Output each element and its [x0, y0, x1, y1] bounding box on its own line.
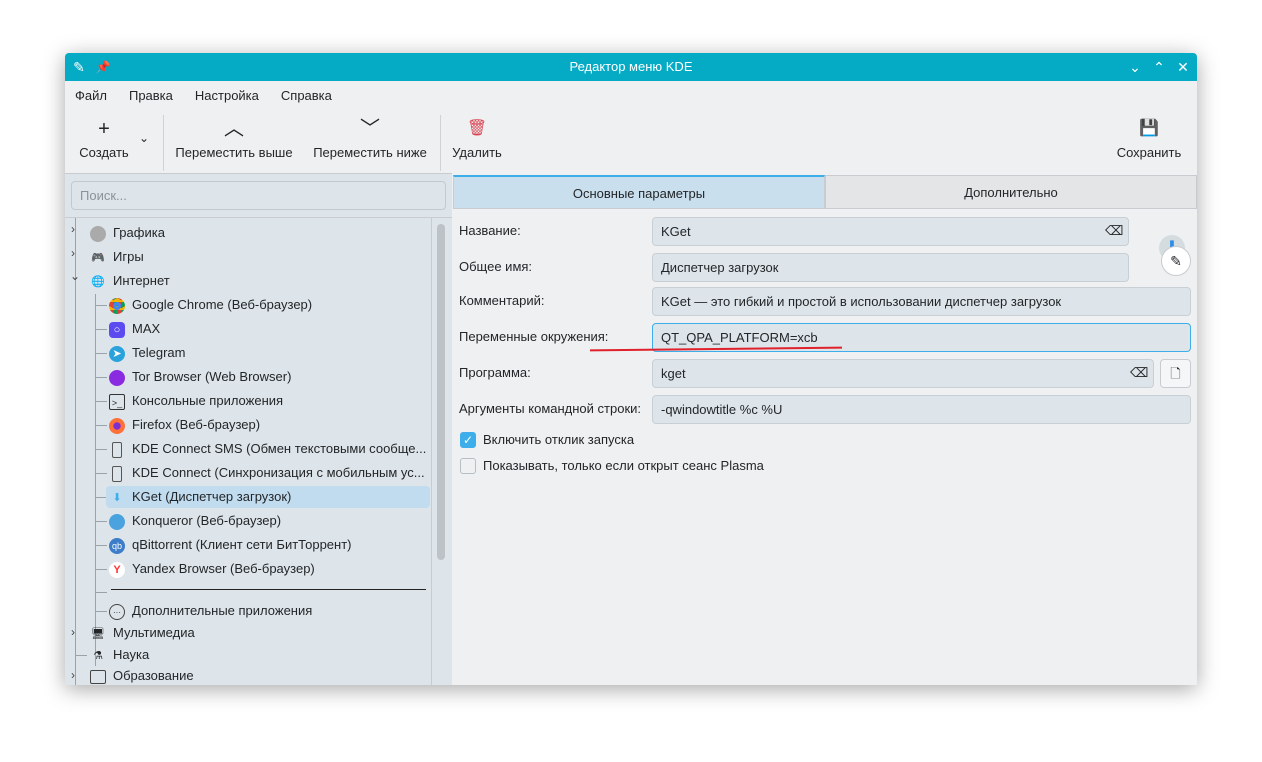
generic-name-field[interactable]: Диспетчер загрузок — [652, 253, 1129, 282]
expand-arrow-icon[interactable]: › — [71, 668, 75, 682]
kde-menu-editor-window: Редактор меню KDE ✎ 📌 ⌄ ⌃ ✕ Файл Правка … — [65, 53, 1197, 685]
tree-item-multimedia[interactable]: 🖥 Мультимедиа — [90, 622, 195, 644]
konqueror-icon — [109, 513, 125, 530]
title-bar: Редактор меню KDE — [65, 53, 1197, 81]
name-label: Название: — [459, 223, 521, 238]
save-icon: 💾 — [1139, 120, 1159, 137]
menu-help[interactable]: Справка — [274, 81, 339, 110]
menu-file[interactable]: Файл — [68, 81, 114, 110]
tree-item-games[interactable]: 🎮 Игры — [90, 246, 144, 268]
tree-item-science[interactable]: ⚗ Наука — [90, 644, 149, 666]
menu-settings[interactable]: Настройка — [188, 81, 266, 110]
launch-feedback-label: Включить отклик запуска — [483, 432, 635, 447]
tree-item[interactable]: Konqueror (Веб-браузер) — [109, 510, 281, 532]
more-icon: ··· — [109, 603, 125, 620]
program-label: Программа: — [459, 365, 531, 380]
close-button[interactable]: ✕ — [1171, 53, 1195, 81]
tree-item[interactable]: KDE Connect SMS (Обмен текстовыми сообще… — [109, 438, 426, 460]
tree-item[interactable]: KDE Connect (Синхронизация с мобильным у… — [109, 462, 425, 484]
browse-program-button[interactable]: 🗋 — [1160, 359, 1191, 388]
tab-general[interactable]: Основные параметры — [453, 175, 825, 209]
window-title: Редактор меню KDE — [569, 59, 693, 74]
app-icon: ✎ — [73, 59, 85, 75]
expand-arrow-icon[interactable]: › — [71, 222, 75, 236]
chevron-up-icon: ︿ — [224, 118, 244, 140]
qbittorrent-icon: qb — [109, 537, 125, 554]
file-icon: 🗋 — [1170, 366, 1181, 381]
plasma-only-checkbox[interactable] — [460, 458, 476, 474]
trash-icon: 🗑 — [466, 120, 488, 137]
terminal-icon: >_ — [109, 393, 125, 410]
create-button[interactable]: + Создать — [75, 115, 133, 171]
tree-item[interactable]: Y Yandex Browser (Веб-браузер) — [109, 558, 315, 580]
collapse-arrow-icon[interactable]: ⌄ — [70, 269, 80, 283]
tree-item[interactable]: ○ MAX — [109, 318, 160, 340]
comment-field[interactable]: KGet — это гибкий и простой в использова… — [652, 287, 1191, 316]
phone-icon — [112, 441, 122, 458]
tree-item-graphics[interactable]: Графика — [90, 222, 165, 244]
name-field[interactable]: KGet — [652, 217, 1129, 246]
edit-icon-button[interactable]: ✎ — [1161, 246, 1191, 276]
flask-icon: ⚗ — [93, 649, 103, 662]
expand-arrow-icon[interactable]: › — [71, 246, 75, 260]
monitor-icon: 🖥 — [91, 627, 105, 640]
graphics-icon — [90, 225, 106, 242]
pin-icon[interactable]: 📌 — [91, 53, 115, 81]
clear-program-icon[interactable]: ⌫ — [1130, 365, 1148, 381]
expand-arrow-icon[interactable]: › — [71, 625, 75, 639]
telegram-icon: ➤ — [109, 345, 125, 362]
minimize-button[interactable]: ⌄ — [1123, 53, 1147, 81]
tree-item[interactable]: Firefox (Веб-браузер) — [109, 414, 260, 436]
tree-item[interactable]: qb qBittorrent (Клиент сети БитТоррент) — [109, 534, 352, 556]
plasma-only-label: Показывать, только если открыт сеанс Pla… — [483, 458, 764, 473]
tab-advanced[interactable]: Дополнительно — [825, 175, 1197, 209]
args-field[interactable]: -qwindowtitle %c %U — [652, 395, 1191, 424]
globe-icon: 🌐 — [91, 275, 105, 288]
download-icon: ⬇ — [112, 491, 122, 504]
tree-item[interactable]: Google Chrome (Веб-браузер) — [109, 294, 312, 316]
tor-icon — [109, 369, 125, 386]
menu-tree-pane: Поиск... › › ⌄ Графика 🎮 Игры 🌐 Интернет G… — [65, 173, 452, 685]
clear-name-icon[interactable]: ⌫ — [1105, 223, 1123, 239]
chevron-down-icon: ﹀ — [360, 118, 380, 140]
program-field[interactable]: kget — [652, 359, 1154, 388]
env-label: Переменные окружения: — [459, 329, 609, 344]
maximize-button[interactable]: ⌃ — [1147, 53, 1171, 81]
firefox-icon — [109, 417, 125, 434]
move-down-button[interactable]: ﹀ Переместить ниже — [309, 115, 431, 171]
menu-edit[interactable]: Правка — [122, 81, 180, 110]
tree-scrollbar[interactable] — [437, 224, 445, 560]
menu-bar: Файл Правка Настройка Справка — [65, 81, 347, 110]
delete-button[interactable]: 🗑 Удалить — [449, 115, 505, 171]
search-input[interactable]: Поиск... — [71, 181, 446, 210]
tree-item[interactable]: Tor Browser (Web Browser) — [109, 366, 291, 388]
launch-feedback-checkbox[interactable]: ✓ — [460, 432, 476, 448]
separator-line — [111, 589, 426, 590]
comment-label: Комментарий: — [459, 293, 545, 308]
args-label: Аргументы командной строки: — [459, 401, 642, 416]
tree-item-education[interactable]: Образование — [90, 667, 194, 685]
properties-pane: Основные параметры Дополнительно Названи… — [453, 173, 1197, 685]
tree-item-more-apps[interactable]: ··· Дополнительные приложения — [109, 600, 312, 622]
max-icon: ○ — [109, 321, 125, 338]
tree-item-selected[interactable]: ⬇ KGet (Диспетчер загрузок) — [106, 486, 430, 508]
move-up-button[interactable]: ︿ Переместить выше — [173, 115, 295, 171]
education-icon — [90, 669, 106, 684]
plus-icon: + — [98, 118, 110, 140]
menu-tree: › › ⌄ Графика 🎮 Игры 🌐 Интернет Google Chr… — [65, 217, 452, 685]
phone-icon — [112, 465, 122, 482]
tree-item[interactable]: >_ Консольные приложения — [109, 390, 283, 412]
chrome-icon — [109, 297, 125, 314]
tree-item[interactable]: ➤ Telegram — [109, 342, 185, 364]
tree-item-internet[interactable]: 🌐 Интернет — [90, 270, 170, 292]
generic-name-label: Общее имя: — [459, 259, 533, 274]
toolbar-separator — [163, 115, 164, 171]
pencil-icon: ✎ — [1170, 253, 1182, 269]
toolbar-separator — [440, 115, 441, 171]
yandex-icon: Y — [109, 561, 125, 578]
save-button[interactable]: 💾 Сохранить — [1115, 115, 1183, 171]
gamepad-icon: 🎮 — [91, 251, 105, 264]
